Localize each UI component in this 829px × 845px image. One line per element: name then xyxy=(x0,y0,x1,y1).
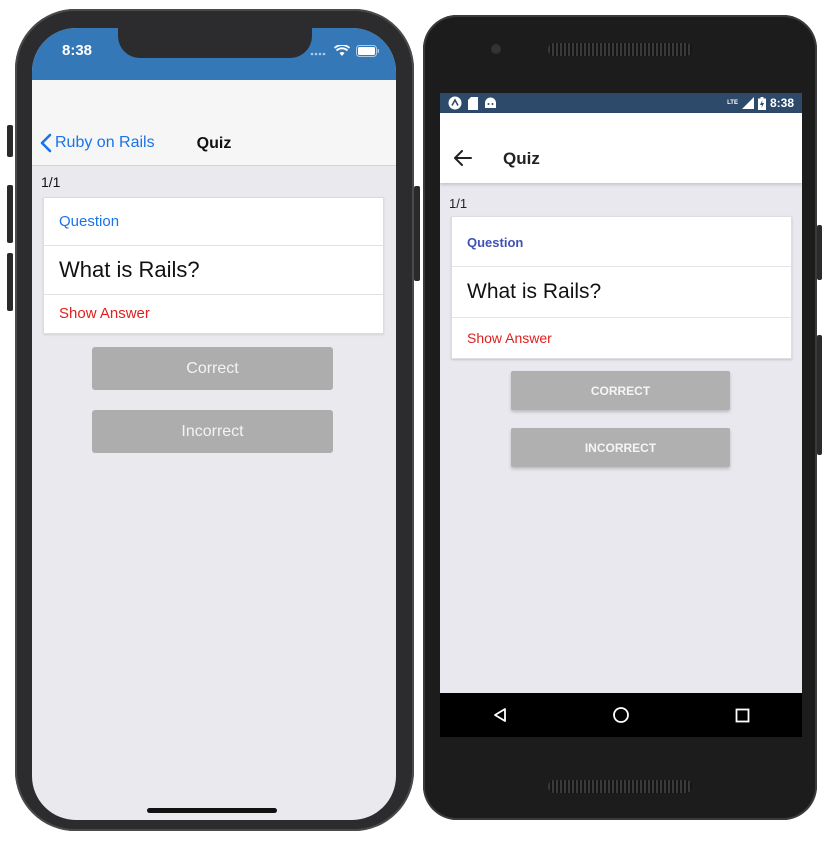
mute-switch xyxy=(7,125,13,157)
nav-back-icon[interactable] xyxy=(492,707,508,723)
card-body: What is Rails? xyxy=(452,267,791,318)
status-icons xyxy=(310,45,380,57)
notification-icons xyxy=(448,96,497,110)
back-arrow-icon[interactable] xyxy=(454,149,472,172)
question-text: What is Rails? xyxy=(59,257,200,282)
bottom-speaker xyxy=(548,780,692,793)
question-card: Question What is Rails? Show Answer xyxy=(451,216,792,359)
battery-icon xyxy=(356,45,379,57)
volume-down-button xyxy=(7,253,13,311)
correct-button[interactable]: Correct xyxy=(92,347,333,390)
front-camera xyxy=(491,44,501,54)
question-counter: 1/1 xyxy=(41,174,61,190)
android-screen: LTE 8:38 Quiz 1/1 Question What is Rails… xyxy=(440,93,802,737)
volume-up-button xyxy=(7,185,13,243)
question-counter: 1/1 xyxy=(449,196,468,211)
android-status-bar: LTE 8:38 xyxy=(440,93,802,113)
network-type: LTE xyxy=(727,100,738,106)
card-body: What is Rails? xyxy=(44,246,383,295)
page-title: Quiz xyxy=(503,149,540,168)
android-robot-icon xyxy=(485,97,496,108)
status-time: 8:38 xyxy=(62,42,93,59)
battery-charging-icon xyxy=(757,96,766,110)
page-title: Quiz xyxy=(196,135,232,152)
incorrect-button[interactable]: Incorrect xyxy=(92,410,333,453)
power-button xyxy=(414,186,420,281)
nav-recents-icon[interactable] xyxy=(735,708,750,723)
cell-signal-icon xyxy=(741,97,754,109)
system-icons: LTE 8:38 xyxy=(727,96,794,110)
question-label: Question xyxy=(59,213,120,230)
incorrect-button[interactable]: INCORRECT xyxy=(511,428,730,467)
nav-home-icon[interactable] xyxy=(612,706,630,724)
show-answer-link[interactable]: Show Answer xyxy=(467,330,552,346)
status-time: 8:38 xyxy=(769,96,794,110)
top-speaker xyxy=(548,43,692,56)
home-indicator[interactable] xyxy=(147,808,277,813)
notch xyxy=(118,28,312,58)
iphone-frame: 8:38 Ruby on Rails Quiz 1/1 Question Wha… xyxy=(7,9,420,831)
ios-screen: 8:38 Ruby on Rails Quiz 1/1 Question Wha… xyxy=(32,28,396,820)
card-header: Question xyxy=(44,198,383,246)
android-volume-button xyxy=(817,335,822,455)
signal-icon xyxy=(310,52,326,56)
ios-status-bar: 8:38 xyxy=(32,28,396,80)
wifi-icon xyxy=(334,45,350,56)
android-navigation-bar xyxy=(440,693,802,737)
sd-card-icon xyxy=(468,96,478,110)
question-card: Question What is Rails? Show Answer xyxy=(43,197,384,334)
show-answer-link[interactable]: Show Answer xyxy=(59,305,150,322)
android-frame: LTE 8:38 Quiz 1/1 Question What is Rails… xyxy=(423,15,822,820)
app-notification-icon xyxy=(448,96,462,110)
card-header: Question xyxy=(452,217,791,267)
correct-button[interactable]: CORRECT xyxy=(511,371,730,410)
ios-navigation-bar: Ruby on Rails Quiz xyxy=(32,80,396,166)
android-power-button xyxy=(817,225,822,280)
android-app-bar: Quiz xyxy=(440,113,802,183)
question-text: What is Rails? xyxy=(467,280,602,303)
question-label: Question xyxy=(467,235,524,250)
